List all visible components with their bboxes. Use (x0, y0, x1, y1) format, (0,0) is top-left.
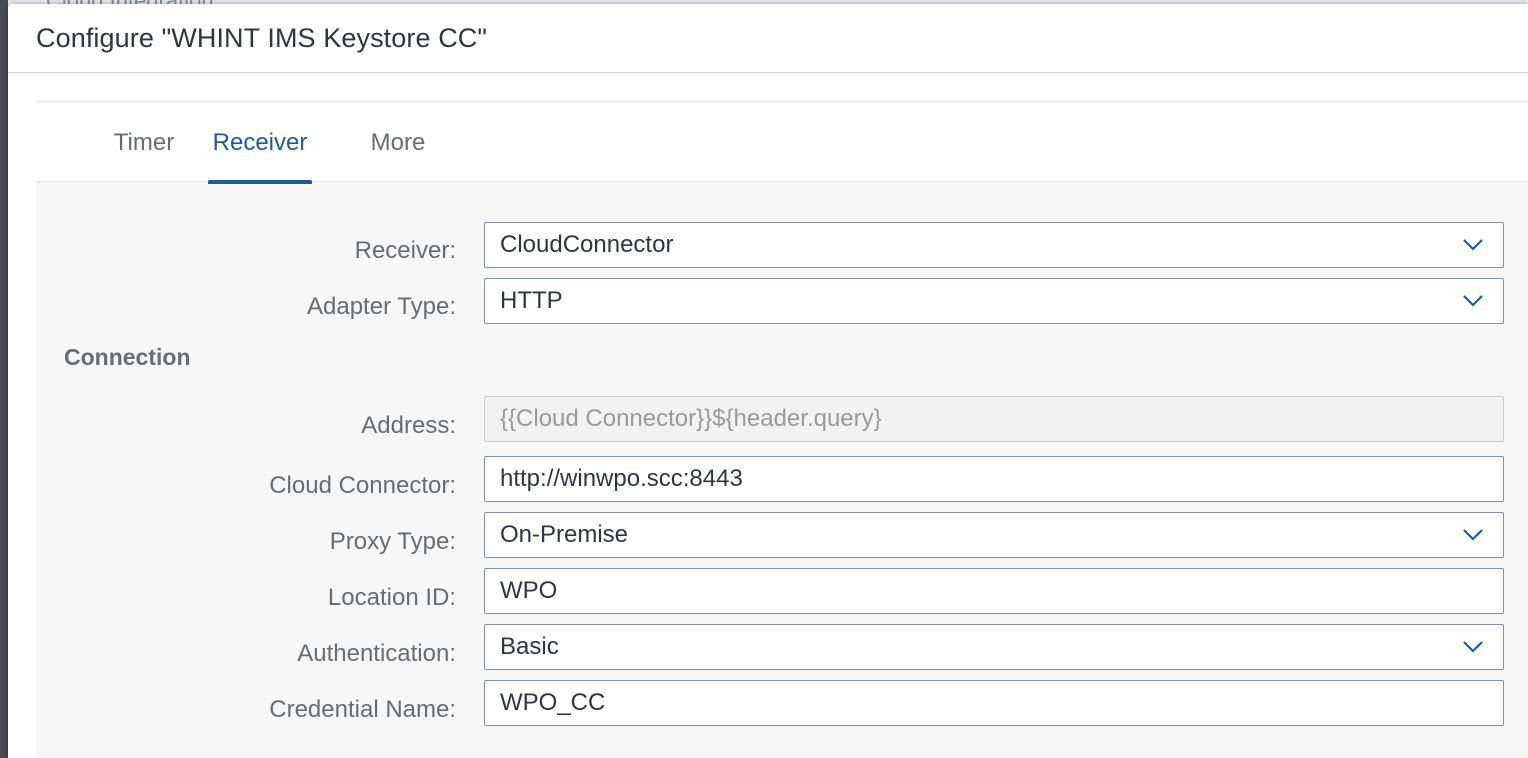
chevron-down-icon[interactable] (1443, 513, 1503, 557)
tab-timer[interactable]: Timer (94, 103, 194, 182)
receiver-label: Receiver: (354, 237, 456, 264)
cloud-connector-value: http://winwpo.scc:8443 (500, 465, 743, 492)
tab-more[interactable]: More (354, 103, 442, 182)
tab-receiver[interactable]: Receiver (208, 103, 312, 184)
address-value: {{Cloud Connector}}${header.query} (500, 405, 882, 432)
tab-bar: Timer Receiver More (36, 100, 1528, 184)
receiver-select[interactable]: CloudConnector (484, 222, 1504, 268)
chevron-down-icon[interactable] (1443, 625, 1503, 669)
adapter-type-value: HTTP (500, 287, 563, 314)
proxy-type-select[interactable]: On-Premise (484, 512, 1504, 558)
credential-name-input[interactable]: WPO_CC (484, 680, 1504, 726)
connection-section-title: Connection (64, 344, 191, 370)
credential-name-label: Credential Name: (269, 696, 456, 723)
tab-active-underline (208, 180, 312, 184)
tab-receiver-label: Receiver (212, 128, 308, 156)
tab-more-label: More (370, 128, 426, 156)
location-id-input[interactable]: WPO (484, 568, 1504, 614)
address-field: {{Cloud Connector}}${header.query} (484, 396, 1504, 442)
cloud-connector-label: Cloud Connector: (269, 472, 456, 499)
authentication-select[interactable]: Basic (484, 624, 1504, 670)
location-id-value: WPO (500, 577, 558, 604)
adapter-type-label: Adapter Type: (307, 293, 456, 320)
chevron-down-icon[interactable] (1443, 223, 1503, 267)
configure-dialog: Configure "WHINT IMS Keystore CC" Timer … (8, 4, 1528, 758)
address-label: Address: (361, 412, 456, 439)
background-overlay (0, 0, 8, 758)
tab-timer-label: Timer (113, 128, 175, 156)
dialog-content: Timer Receiver More Receiver: CloudConne… (36, 100, 1528, 758)
dialog-header: Configure "WHINT IMS Keystore CC" (8, 4, 1528, 73)
dialog-title: Configure "WHINT IMS Keystore CC" (36, 22, 488, 53)
authentication-value: Basic (500, 633, 559, 660)
receiver-value: CloudConnector (500, 231, 674, 258)
proxy-type-value: On-Premise (500, 521, 629, 548)
cloud-connector-input[interactable]: http://winwpo.scc:8443 (484, 456, 1504, 502)
authentication-label: Authentication: (297, 640, 456, 667)
credential-name-value: WPO_CC (500, 689, 606, 716)
proxy-type-label: Proxy Type: (329, 528, 456, 555)
chevron-down-icon[interactable] (1443, 279, 1503, 323)
location-id-label: Location ID: (327, 584, 456, 611)
adapter-type-select[interactable]: HTTP (484, 278, 1504, 324)
